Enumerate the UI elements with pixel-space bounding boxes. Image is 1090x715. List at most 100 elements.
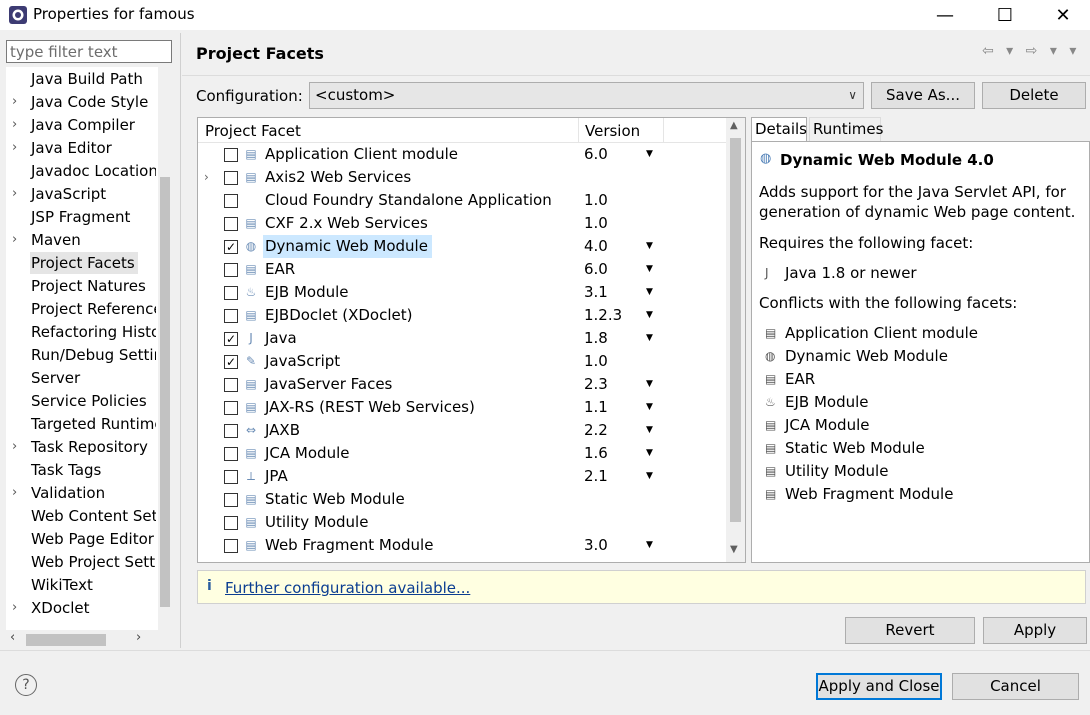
facet-row[interactable]: Cloud Foundry Standalone Application 1.0 <box>198 189 728 212</box>
tree-item[interactable]: Run/Debug Settings <box>6 344 156 366</box>
facet-checkbox[interactable] <box>224 263 238 277</box>
facet-version[interactable]: 1.8 <box>584 327 608 350</box>
version-dropdown-icon[interactable]: ▼ <box>646 258 653 281</box>
facet-checkbox[interactable] <box>224 378 238 392</box>
facet-row[interactable]: ♨ EJB Module 3.1 ▼ <box>198 281 728 304</box>
version-dropdown-icon[interactable]: ▼ <box>646 235 653 258</box>
facet-version[interactable]: 2.1 <box>584 465 608 488</box>
facet-checkbox[interactable] <box>224 470 238 484</box>
facet-checkbox[interactable] <box>224 309 238 323</box>
expand-arrow-icon[interactable]: › <box>12 114 17 136</box>
tree-item[interactable]: Server <box>6 367 156 389</box>
column-header-version[interactable]: Version <box>585 122 640 140</box>
facet-vertical-scrollbar[interactable]: ▲ ▼ <box>726 118 745 562</box>
facet-checkbox[interactable] <box>224 194 238 208</box>
tree-item[interactable]: Targeted Runtimes <box>6 413 156 435</box>
facet-version[interactable]: 6.0 <box>584 143 608 166</box>
tree-item[interactable]: › Maven <box>6 229 156 251</box>
version-dropdown-icon[interactable]: ▼ <box>646 143 653 166</box>
expand-arrow-icon[interactable]: › <box>12 183 17 205</box>
scroll-down-icon[interactable]: ▼ <box>730 544 738 555</box>
cancel-button[interactable]: Cancel <box>952 673 1079 700</box>
version-dropdown-icon[interactable]: ▼ <box>646 281 653 304</box>
facet-version[interactable]: 1.1 <box>584 396 608 419</box>
facet-checkbox[interactable] <box>224 217 238 231</box>
scroll-right-icon[interactable]: › <box>136 630 141 645</box>
facet-checkbox[interactable]: ✓ <box>224 240 238 254</box>
facet-checkbox[interactable] <box>224 171 238 185</box>
tree-item[interactable]: JSP Fragment <box>6 206 156 228</box>
facet-row[interactable]: ▤ Utility Module <box>198 511 728 534</box>
expand-arrow-icon[interactable]: › <box>12 597 17 619</box>
save-as-button[interactable]: Save As... <box>871 82 975 109</box>
delete-button[interactable]: Delete <box>982 82 1086 109</box>
facet-version[interactable]: 4.0 <box>584 235 608 258</box>
facet-scroll-thumb[interactable] <box>730 138 741 522</box>
facet-checkbox[interactable] <box>224 539 238 553</box>
facet-row[interactable]: › ▤ Axis2 Web Services <box>198 166 728 189</box>
facet-row[interactable]: ▤ JavaServer Faces 2.3 ▼ <box>198 373 728 396</box>
facet-row[interactable]: ▤ CXF 2.x Web Services 1.0 <box>198 212 728 235</box>
expand-arrow-icon[interactable]: › <box>12 91 17 113</box>
facet-row[interactable]: ⇔ JAXB 2.2 ▼ <box>198 419 728 442</box>
facet-row[interactable]: ✓ J Java 1.8 ▼ <box>198 327 728 350</box>
version-dropdown-icon[interactable]: ▼ <box>646 534 653 557</box>
tree-item[interactable]: Java Build Path <box>6 68 156 90</box>
tab-runtimes[interactable]: Runtimes <box>809 117 883 141</box>
tree-item[interactable]: › Validation <box>6 482 156 504</box>
filter-input[interactable] <box>6 40 172 63</box>
tree-item[interactable]: Web Project Settings <box>6 551 156 573</box>
facet-checkbox[interactable] <box>224 424 238 438</box>
facet-row[interactable]: ▤ JCA Module 1.6 ▼ <box>198 442 728 465</box>
facet-checkbox[interactable] <box>224 401 238 415</box>
tree-item[interactable]: Javadoc Location <box>6 160 156 182</box>
tree-item[interactable]: Project Facets <box>6 252 156 274</box>
tree-item[interactable]: Refactoring History <box>6 321 156 343</box>
facet-row[interactable]: ▤ EJBDoclet (XDoclet) 1.2.3 ▼ <box>198 304 728 327</box>
version-dropdown-icon[interactable]: ▼ <box>646 373 653 396</box>
facet-row[interactable]: ✓ ✎ JavaScript 1.0 <box>198 350 728 373</box>
close-button[interactable]: ✕ <box>1040 0 1086 30</box>
facet-version[interactable]: 2.3 <box>584 373 608 396</box>
tree-item[interactable]: WikiText <box>6 574 156 596</box>
expand-arrow-icon[interactable]: › <box>12 137 17 159</box>
scroll-up-icon[interactable]: ▲ <box>730 120 738 131</box>
configuration-select[interactable]: <custom> ∨ <box>309 82 864 109</box>
facet-checkbox[interactable] <box>224 148 238 162</box>
facet-row[interactable]: ✓ ◍ Dynamic Web Module 4.0 ▼ <box>198 235 728 258</box>
tree-horizontal-scrollbar[interactable]: ‹ › <box>6 630 172 650</box>
facet-version[interactable]: 3.1 <box>584 281 608 304</box>
facet-version[interactable]: 3.0 <box>584 534 608 557</box>
revert-button[interactable]: Revert <box>845 617 975 644</box>
version-dropdown-icon[interactable]: ▼ <box>646 465 653 488</box>
facet-checkbox[interactable] <box>224 516 238 530</box>
facet-checkbox[interactable] <box>224 286 238 300</box>
apply-button[interactable]: Apply <box>983 617 1087 644</box>
tree-item[interactable]: Service Policies <box>6 390 156 412</box>
facet-checkbox[interactable] <box>224 493 238 507</box>
scroll-left-icon[interactable]: ‹ <box>10 630 15 645</box>
tree-hscroll-thumb[interactable] <box>26 634 106 646</box>
version-dropdown-icon[interactable]: ▼ <box>646 442 653 465</box>
facet-row[interactable]: ▤ Web Fragment Module 3.0 ▼ <box>198 534 728 557</box>
tab-details[interactable]: Details <box>751 117 807 141</box>
tree-item[interactable]: Project Natures <box>6 275 156 297</box>
tree-item[interactable]: › XDoclet <box>6 597 156 619</box>
facet-version[interactable]: 1.6 <box>584 442 608 465</box>
tree-item[interactable]: › Java Code Style <box>6 91 156 113</box>
maximize-button[interactable]: ☐ <box>982 0 1028 30</box>
facet-row[interactable]: ⟂ JPA 2.1 ▼ <box>198 465 728 488</box>
facet-checkbox[interactable]: ✓ <box>224 355 238 369</box>
expand-arrow-icon[interactable]: › <box>12 482 17 504</box>
tree-item[interactable]: Web Content Settings <box>6 505 156 527</box>
tree-item[interactable]: Task Tags <box>6 459 156 481</box>
tree-vertical-scrollbar[interactable] <box>158 67 172 630</box>
facet-version[interactable]: 1.2.3 <box>584 304 622 327</box>
tree-item[interactable]: Web Page Editor <box>6 528 156 550</box>
tree-item[interactable]: › JavaScript <box>6 183 156 205</box>
facet-row[interactable]: ▤ EAR 6.0 ▼ <box>198 258 728 281</box>
apply-and-close-button[interactable]: Apply and Close <box>816 673 942 700</box>
tree-item[interactable]: Project References <box>6 298 156 320</box>
history-nav-icons[interactable]: ⇦ ▾ ⇨ ▾ ▾ <box>982 43 1080 59</box>
version-dropdown-icon[interactable]: ▼ <box>646 327 653 350</box>
